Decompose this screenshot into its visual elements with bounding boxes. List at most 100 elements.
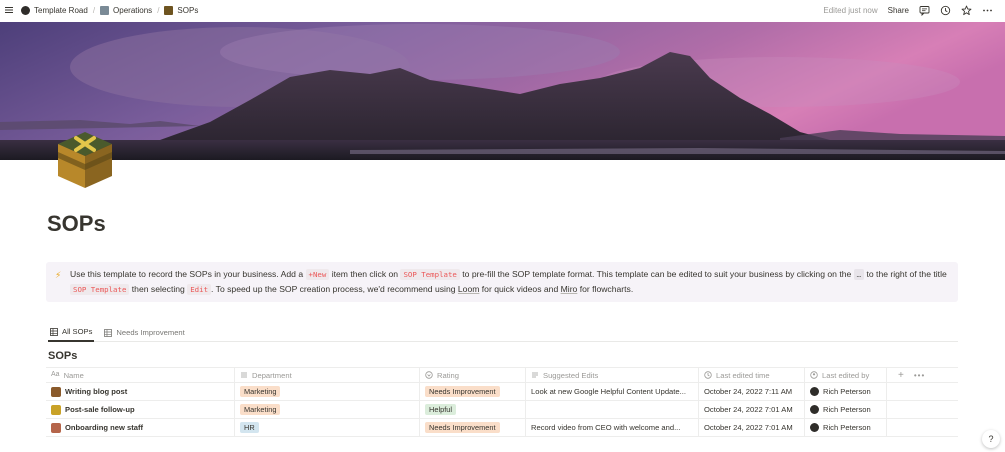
- column-label: Department: [252, 370, 292, 380]
- breadcrumb-label: SOPs: [177, 5, 199, 15]
- empty-cell: [887, 419, 958, 436]
- empty-cell: [887, 383, 958, 400]
- miro-link[interactable]: Miro: [561, 284, 578, 294]
- last-edited-by-cell: Rich Peterson: [805, 383, 887, 400]
- department-tag: Marketing: [240, 386, 281, 397]
- edited-status: Edited just now: [823, 5, 878, 15]
- comment-icon[interactable]: [919, 5, 930, 16]
- suggested-edits-cell[interactable]: [526, 401, 699, 418]
- breadcrumb-label: Operations: [113, 5, 153, 15]
- select-icon: [425, 371, 433, 379]
- breadcrumb-sops[interactable]: SOPs: [161, 5, 201, 15]
- loom-link[interactable]: Loom: [458, 284, 480, 294]
- column-header-suggested-edits[interactable]: Suggested Edits: [526, 368, 699, 382]
- tab-all-sops[interactable]: All SOPs: [48, 326, 95, 342]
- column-header-rating[interactable]: Rating: [420, 368, 526, 382]
- table-row[interactable]: Writing blog post Marketing Needs Improv…: [46, 383, 958, 401]
- row-name: Onboarding new staff: [65, 423, 144, 432]
- avatar: [810, 387, 819, 396]
- rating-cell[interactable]: Helpful: [420, 401, 526, 418]
- callout-text: item then click on: [329, 269, 401, 279]
- table-row[interactable]: Onboarding new staff HR Needs Improvemen…: [46, 419, 958, 437]
- more-options-icon[interactable]: [982, 5, 993, 16]
- last-edited-time-cell: October 24, 2022 7:01 AM: [699, 419, 805, 436]
- last-edited-by-cell: Rich Peterson: [805, 419, 887, 436]
- rating-cell[interactable]: Needs Improvement: [420, 419, 526, 436]
- clock-icon: [704, 371, 712, 379]
- list-icon: [240, 371, 248, 379]
- rating-tag: Needs Improvement: [425, 422, 500, 433]
- column-label: Name: [63, 370, 84, 380]
- page-title[interactable]: SOPs: [47, 211, 106, 237]
- rating-tag: Needs Improvement: [425, 386, 500, 397]
- code-new: +New: [305, 269, 330, 280]
- department-cell[interactable]: Marketing: [235, 401, 420, 418]
- view-tabs: All SOPs Needs Improvement: [48, 326, 958, 342]
- add-property-icon[interactable]: +: [892, 370, 910, 381]
- callout-text: to pre-fill the SOP template format. Thi…: [459, 269, 854, 279]
- table-header-row: Aa Name Department Rating Suggested Edits…: [46, 367, 958, 383]
- template-road-icon: [21, 5, 30, 15]
- menu-icon[interactable]: [0, 0, 18, 20]
- more-icon[interactable]: •••: [914, 371, 925, 380]
- history-icon[interactable]: [940, 5, 951, 16]
- last-edited-time-cell: October 24, 2022 7:01 AM: [699, 401, 805, 418]
- star-icon[interactable]: [961, 5, 972, 16]
- page-cube-icon[interactable]: [54, 128, 116, 190]
- tab-label: All SOPs: [62, 327, 93, 336]
- editor-name: Rich Peterson: [823, 405, 871, 414]
- avatar: [810, 405, 819, 414]
- cover-image: [0, 22, 1005, 160]
- person-icon: [810, 371, 818, 379]
- callout-text: then selecting: [129, 284, 188, 294]
- topbar-actions: Edited just now Share: [823, 0, 993, 20]
- table-icon: [104, 328, 113, 337]
- text-lines-icon: [531, 371, 539, 379]
- callout-text: . To speed up the SOP creation process, …: [211, 284, 458, 294]
- column-header-name[interactable]: Aa Name: [46, 368, 235, 382]
- code-sop-template: SOP Template: [70, 284, 130, 295]
- people-icon: [51, 422, 61, 433]
- database-title[interactable]: SOPs: [48, 350, 77, 362]
- name-cell[interactable]: Writing blog post: [46, 383, 235, 400]
- department-cell[interactable]: HR: [235, 419, 420, 436]
- name-cell[interactable]: Onboarding new staff: [46, 419, 235, 436]
- lightning-icon: ⚡: [55, 270, 62, 280]
- column-label: Suggested Edits: [543, 370, 599, 380]
- department-tag: HR: [240, 422, 259, 433]
- code-edit: Edit: [187, 284, 212, 295]
- breadcrumb-template-road[interactable]: Template Road: [18, 5, 91, 15]
- name-cell[interactable]: Post-sale follow-up: [46, 401, 235, 418]
- suggested-edits-cell[interactable]: Look at new Google Helpful Content Updat…: [526, 383, 699, 400]
- department-tag: Marketing: [240, 404, 281, 415]
- table-icon: [50, 327, 58, 336]
- callout-text: for quick videos and: [479, 284, 561, 294]
- callout-block[interactable]: ⚡ Use this template to record the SOPs i…: [46, 262, 958, 302]
- empty-cell: [887, 401, 958, 418]
- last-edited-time-cell: October 24, 2022 7:11 AM: [699, 383, 805, 400]
- share-button[interactable]: Share: [888, 6, 909, 15]
- tab-needs-improvement[interactable]: Needs Improvement: [102, 326, 186, 342]
- help-button[interactable]: ?: [982, 430, 1000, 448]
- row-name: Writing blog post: [65, 387, 128, 396]
- editor-name: Rich Peterson: [823, 423, 871, 432]
- sops-table: Aa Name Department Rating Suggested Edits…: [46, 367, 958, 437]
- column-header-last-edited-by[interactable]: Last edited by: [805, 368, 887, 382]
- callout-text: Use this template to record the SOPs in …: [70, 269, 306, 279]
- rating-cell[interactable]: Needs Improvement: [420, 383, 526, 400]
- suggested-edits-cell[interactable]: Record video from CEO with welcome and..…: [526, 419, 699, 436]
- column-header-last-edited-time[interactable]: Last edited time: [699, 368, 805, 382]
- callout-text: to the right of the title: [864, 269, 947, 279]
- column-header-department[interactable]: Department: [235, 368, 420, 382]
- breadcrumb-operations[interactable]: Operations: [97, 5, 155, 15]
- table-row[interactable]: Post-sale follow-up Marketing Helpful Oc…: [46, 401, 958, 419]
- last-edited-by-cell: Rich Peterson: [805, 401, 887, 418]
- tab-label: Needs Improvement: [116, 328, 185, 337]
- text-property-icon: Aa: [51, 371, 60, 378]
- department-cell[interactable]: Marketing: [235, 383, 420, 400]
- callout-text: for flowcharts.: [577, 284, 634, 294]
- handshake-icon: [51, 404, 61, 415]
- operations-icon: [100, 5, 110, 15]
- top-bar: Template Road / Operations / SOPs Edited…: [0, 0, 1005, 20]
- breadcrumb-label: Template Road: [34, 5, 88, 15]
